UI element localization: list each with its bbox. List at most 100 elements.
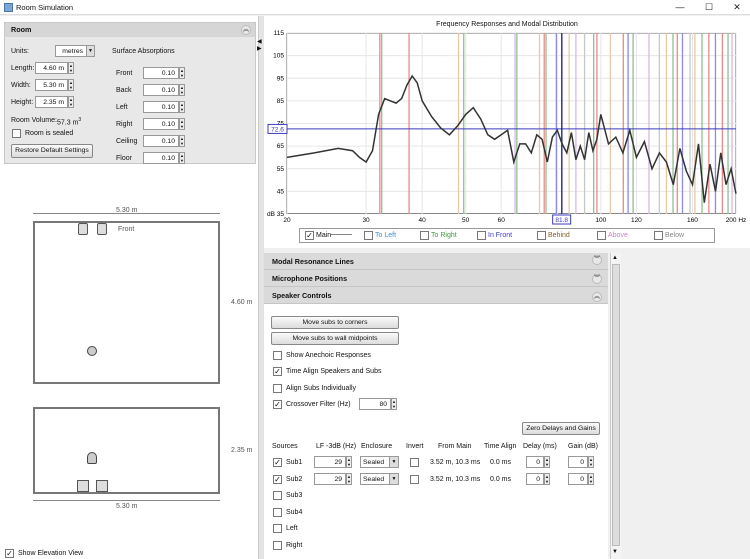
crossover-checkbox[interactable]: ✓ <box>273 400 282 409</box>
crossover-spinner-icon[interactable]: ▲ ▼ <box>391 398 397 410</box>
enclosure-select[interactable]: Sealed <box>360 472 390 485</box>
legend-checkbox-in-front[interactable] <box>477 231 486 240</box>
mic-positions-title: Microphone Positions <box>272 274 348 283</box>
modal-lines-title: Modal Resonance Lines <box>272 257 354 266</box>
legend-label-to-right: To Right <box>431 232 457 239</box>
gain-field[interactable]: 0 <box>568 456 588 468</box>
from-main-header: From Main <box>438 443 472 450</box>
source-checkbox-sub4[interactable] <box>273 507 282 517</box>
source-checkbox-left[interactable] <box>273 524 282 534</box>
crossover-field[interactable]: 80 <box>359 398 391 410</box>
x-tick-label: 40 <box>419 217 427 224</box>
legend-checkbox-to-right[interactable] <box>420 231 429 240</box>
collapse-speaker-icon[interactable]: ︽ <box>592 292 602 302</box>
delay-header: Delay (ms) <box>523 443 557 450</box>
legend-checkbox-above[interactable] <box>597 231 606 240</box>
move-midpoints-button[interactable]: Move subs to wall midpoints <box>271 332 399 345</box>
enclosure-dropdown-icon[interactable]: ▼ <box>389 472 399 485</box>
time-align-value: 0.0 ms <box>490 459 512 466</box>
gain-spinner-icon[interactable]: ▲ ▼ <box>588 456 594 468</box>
lf-field[interactable]: 29 <box>314 456 346 468</box>
scroll-up-icon[interactable]: ▲ <box>612 255 618 261</box>
zero-delays-button[interactable]: Zero Delays and Gains <box>522 422 600 435</box>
microphone-icon[interactable] <box>87 346 97 356</box>
lf-spinner-icon[interactable]: ▲ ▼ <box>346 456 352 468</box>
speaker-controls-header[interactable]: Speaker Controls <box>264 287 608 304</box>
from-main-value: 3.52 m, 10.3 ms <box>430 475 481 483</box>
y-tick-label: 65 <box>277 143 285 150</box>
cursor-x-label: 81.8 <box>555 217 568 224</box>
y-tick-label: 85 <box>277 98 285 105</box>
invert-checkbox[interactable] <box>410 458 419 467</box>
y-bottom-label: dB 35 <box>267 211 284 218</box>
lf-field[interactable]: 29 <box>314 472 346 485</box>
cursor-y-label: 72.6 <box>271 126 284 133</box>
gain-header: Gain (dB) <box>568 443 598 450</box>
sub1-icon[interactable] <box>77 480 89 492</box>
source-name-sub1: Sub1 <box>286 459 303 466</box>
elevation-view-label: Show Elevation View <box>18 550 84 557</box>
lf-header: LF -3dB (Hz) <box>316 443 357 450</box>
legend-checkbox-behind[interactable] <box>537 231 546 240</box>
elevation-view-checkbox[interactable]: ✓ <box>5 549 14 558</box>
legend-checkbox-main[interactable]: ✓ <box>305 231 314 240</box>
time-align-label: Time Align Speakers and Subs <box>286 368 382 375</box>
elevation-width-dimension-line <box>33 500 220 501</box>
delay-field[interactable]: 0 <box>526 472 544 485</box>
y-tick-label: 95 <box>277 75 285 82</box>
legend-label-to-left: To Left <box>375 232 397 239</box>
microphone-elevation-icon[interactable] <box>87 452 97 464</box>
elevation-view[interactable] <box>33 407 220 494</box>
y-tick-label: 115 <box>274 30 285 37</box>
source-name-sub3: Sub3 <box>286 492 303 500</box>
delay-field[interactable]: 0 <box>526 456 544 468</box>
source-checkbox-sub1[interactable]: ✓ <box>273 458 282 467</box>
anechoic-checkbox[interactable] <box>273 351 282 360</box>
lf-spinner-icon[interactable]: ▲ ▼ <box>346 472 352 485</box>
sub2-icon[interactable] <box>96 480 108 492</box>
expand-mic-icon[interactable]: ︾ <box>592 274 602 284</box>
move-corners-button[interactable]: Move subs to corners <box>271 316 399 329</box>
plan-depth-label: 4.60 m <box>231 299 253 306</box>
elevation-height-label: 2.35 m <box>231 447 253 454</box>
y-tick-label: 55 <box>277 166 285 173</box>
legend-label-behind: Behind <box>548 232 570 239</box>
legend-checkbox-to-left[interactable] <box>364 231 373 240</box>
time-align-checkbox[interactable]: ✓ <box>273 367 282 376</box>
legend-checkbox-below[interactable] <box>654 231 663 240</box>
source-checkbox-sub2[interactable]: ✓ <box>273 474 282 484</box>
x-tick-label: 50 <box>462 217 470 224</box>
scroll-thumb[interactable] <box>612 264 620 546</box>
scroll-down-icon[interactable]: ▼ <box>612 549 618 555</box>
mic-positions-header[interactable]: Microphone Positions <box>264 270 608 287</box>
legend-label-in-front: In Front <box>488 232 513 239</box>
y-tick-label: 105 <box>273 53 284 60</box>
source-name-right: Right <box>286 542 303 549</box>
source-name-sub4: Sub4 <box>286 508 303 516</box>
legend-label-above: Above <box>608 232 628 239</box>
from-main-value: 3.52 m, 10.3 ms <box>430 459 481 466</box>
crossover-label: Crossover Filter (Hz) <box>286 401 351 408</box>
enclosure-select[interactable]: Sealed <box>360 456 390 468</box>
elevation-width-label: 5.30 m <box>116 503 138 510</box>
enclosure-dropdown-icon[interactable]: ▼ <box>389 456 399 468</box>
x-tick-label: 200 Hz <box>726 217 747 224</box>
source-checkbox-sub3[interactable] <box>273 491 282 501</box>
x-tick-label: 60 <box>498 217 506 224</box>
legend-main-line: ——— <box>331 231 352 238</box>
source-checkbox-right[interactable] <box>273 541 282 550</box>
modal-lines-header[interactable]: Modal Resonance Lines <box>264 253 608 270</box>
x-tick-label: 160 <box>687 217 698 224</box>
gain-spinner-icon[interactable]: ▲ ▼ <box>588 472 594 485</box>
delay-spinner-icon[interactable]: ▲ ▼ <box>544 456 550 468</box>
legend-label-main: Main <box>316 232 332 239</box>
x-tick-label: 20 <box>283 217 291 224</box>
y-tick-label: 45 <box>277 188 285 195</box>
invert-checkbox[interactable] <box>410 474 419 484</box>
delay-spinner-icon[interactable]: ▲ ▼ <box>544 472 550 485</box>
expand-modal-icon[interactable]: ︾ <box>592 255 602 265</box>
align-subs-checkbox[interactable] <box>273 384 282 393</box>
source-name-left: Left <box>286 525 298 533</box>
legend-label-below: Below <box>665 232 685 239</box>
gain-field[interactable]: 0 <box>568 472 588 485</box>
